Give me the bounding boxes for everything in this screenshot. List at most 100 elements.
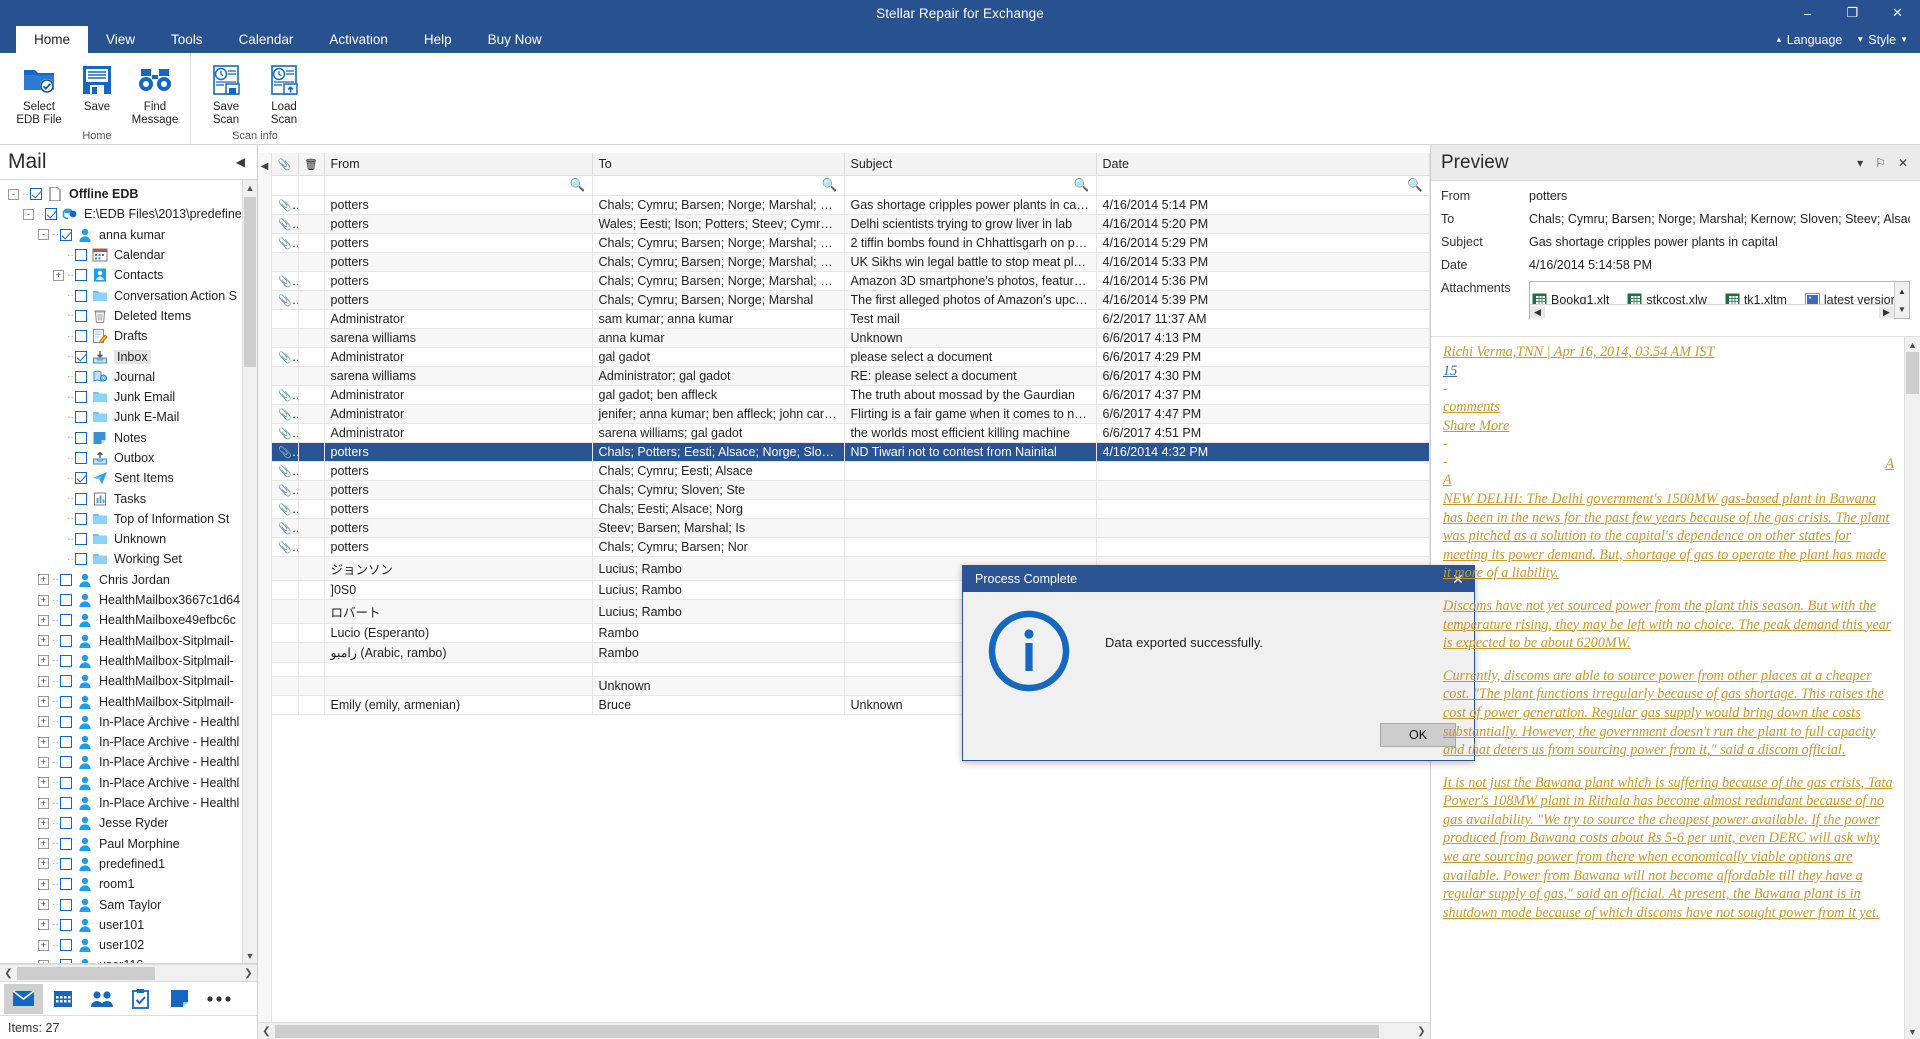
tree-expander[interactable]: + (38, 635, 49, 647)
tree-item[interactable]: ·· Journal (2, 367, 257, 387)
tree-item[interactable]: + ·· In-Place Archive - Healthl (2, 732, 257, 752)
save-button[interactable]: Save (68, 59, 126, 116)
tree-item[interactable]: + ·· user102 (2, 935, 257, 955)
tree-scroll-down-icon[interactable]: ▼ (243, 948, 257, 963)
tree-item[interactable]: + ·· HealthMailbox-Sitplmail- (2, 631, 257, 651)
tree-scroll-up-icon[interactable]: ▲ (243, 180, 257, 195)
tree-hscroll-thumb[interactable] (17, 966, 156, 980)
tree-checkbox[interactable] (75, 472, 87, 485)
tree-item[interactable]: ·· Tasks (2, 488, 257, 508)
tree-checkbox[interactable] (60, 634, 72, 647)
tree-item[interactable]: - ·· E:\EDB Files\2013\predefined (2, 204, 257, 224)
column-date[interactable]: Date (1096, 153, 1430, 176)
preview-comments-link[interactable]: comments (1443, 398, 1894, 417)
find-message-button[interactable]: Find Message (126, 59, 184, 128)
tree-item[interactable]: ·· Conversation Action S (2, 285, 257, 305)
tree-checkbox[interactable] (60, 695, 72, 708)
tree-checkbox[interactable] (60, 715, 72, 728)
tree-expander[interactable]: + (38, 919, 49, 931)
tree-item[interactable]: ·· Calendar (2, 245, 257, 265)
tree-expander[interactable]: + (38, 756, 49, 768)
table-row[interactable]: 📎 Administrator gal gadot; ben affleck The … (272, 385, 1430, 405)
tree-checkbox[interactable] (60, 776, 72, 789)
tree-item[interactable]: + ·· In-Place Archive - Healthl (2, 752, 257, 772)
tree-item[interactable]: - ·· anna kumar (2, 225, 257, 245)
preview-scroll-up-icon[interactable]: ▲ (1905, 337, 1920, 352)
style-selector[interactable]: ▼ Style ▼ (1852, 33, 1912, 47)
tree-expander[interactable]: + (38, 594, 49, 606)
tree-checkbox[interactable] (60, 654, 72, 667)
tree-checkbox[interactable] (75, 350, 87, 363)
tree-checkbox[interactable] (60, 857, 72, 870)
tree-vertical-scrollbar[interactable]: ▲ ▼ (242, 180, 257, 963)
tree-checkbox[interactable] (75, 553, 87, 566)
tree-item[interactable]: + ·· HealthMailbox-Sitplmail- (2, 671, 257, 691)
tree-checkbox[interactable] (60, 918, 72, 931)
nav-more-button[interactable] (199, 984, 238, 1014)
tree-expander[interactable]: + (53, 269, 64, 281)
tree-checkbox[interactable] (60, 797, 72, 810)
tree-checkbox[interactable] (75, 289, 87, 302)
tree-expander[interactable]: + (38, 899, 49, 911)
search-icon-from[interactable]: 🔍 (570, 178, 586, 192)
tree-hscroll-left-icon[interactable]: ❮ (0, 968, 17, 979)
grid-hscroll-track[interactable] (275, 1023, 1413, 1039)
tree-item[interactable]: + ·· In-Place Archive - Healthl (2, 773, 257, 793)
tab-view[interactable]: View (88, 26, 153, 53)
tree-checkbox[interactable] (75, 330, 87, 343)
tree-item[interactable]: + ·· Jesse Ryder (2, 813, 257, 833)
tree-checkbox[interactable] (75, 452, 87, 464)
tree-item[interactable]: + ·· HealthMailbox-Sitplmail- (2, 651, 257, 671)
nav-mail-button[interactable] (4, 983, 43, 1014)
table-row[interactable]: 📎 potters Chals; Cymru; Barsen; Nor (272, 537, 1430, 557)
filter-to[interactable]: 🔍 (592, 175, 845, 196)
tree-checkbox[interactable] (60, 614, 72, 627)
tree-checkbox[interactable] (30, 188, 42, 201)
tree-item[interactable]: ·· Top of Information St (2, 509, 257, 529)
filter-subject[interactable]: 🔍 (844, 175, 1097, 196)
preview-a-mark[interactable]: A (1443, 471, 1894, 490)
grid-hscroll-right-icon[interactable]: ❯ (1413, 1026, 1430, 1037)
tree-expander[interactable]: + (38, 959, 49, 963)
preview-count[interactable]: 15 (1443, 362, 1894, 381)
tree-expander[interactable]: + (38, 716, 49, 728)
tree-checkbox[interactable] (60, 878, 72, 891)
tree-expander[interactable]: + (38, 675, 49, 687)
preview-scroll-thumb[interactable] (1906, 352, 1919, 394)
tree-checkbox[interactable] (60, 817, 72, 830)
tree-checkbox[interactable] (60, 756, 72, 769)
table-row[interactable]: 📎 potters Chals; Cymru; Barsen; Norge; Mar… (272, 271, 1430, 291)
table-row[interactable]: 📎 potters Chals; Eesti; Alsace; Norg (272, 499, 1430, 519)
tree-checkbox[interactable] (75, 269, 87, 282)
tree-item[interactable]: - ·· Offline EDB (2, 184, 257, 204)
column-from[interactable]: From (324, 153, 593, 176)
nav-notes-button[interactable] (160, 984, 199, 1014)
tree-item[interactable]: + ·· Paul Morphine (2, 834, 257, 854)
tree-item[interactable]: + ·· HealthMailbox3667c1d64 (2, 590, 257, 610)
filter-from[interactable]: 🔍 (324, 175, 593, 196)
tree-hscroll-right-icon[interactable]: ❯ (240, 968, 257, 979)
tree-expander[interactable]: + (38, 939, 49, 951)
tree-item[interactable]: + ·· Contacts (2, 265, 257, 285)
nav-tasks-button[interactable] (121, 984, 160, 1014)
language-selector[interactable]: ▲ Language (1771, 33, 1843, 47)
tree-item[interactable]: +·· user116 (2, 955, 257, 963)
tree-expander[interactable]: + (38, 878, 49, 890)
attachments-hscroll-right-icon[interactable]: ▶ (1879, 306, 1894, 318)
tree-expander[interactable]: + (38, 797, 49, 809)
tree-item[interactable]: ·· Junk Email (2, 387, 257, 407)
column-to[interactable]: To (592, 153, 845, 176)
table-row[interactable]: 📎 Administrator sarena williams; gal gadot… (272, 423, 1430, 443)
tree-checkbox[interactable] (60, 573, 72, 586)
table-row[interactable]: 📎 potters Chals; Cymru; Barsen; Norge; Mar… (272, 233, 1430, 253)
select-edb-file-button[interactable]: Select EDB File (10, 59, 68, 128)
tree-expander[interactable]: - (8, 188, 19, 200)
attachments-hscroll-left-icon[interactable]: ◀ (1530, 306, 1545, 318)
tree-item[interactable]: ·· Working Set (2, 549, 257, 569)
tree-item[interactable]: ·· Sent Items (2, 468, 257, 488)
preview-pin-icon[interactable]: ⚐ (1869, 156, 1892, 170)
tree-item[interactable]: + ·· room1 (2, 874, 257, 894)
grid-collapse-icon[interactable]: ◀ (258, 153, 272, 1022)
tree-item[interactable]: + ·· In-Place Archive - Healthl (2, 793, 257, 813)
tree-scroll-thumb[interactable] (244, 197, 256, 367)
